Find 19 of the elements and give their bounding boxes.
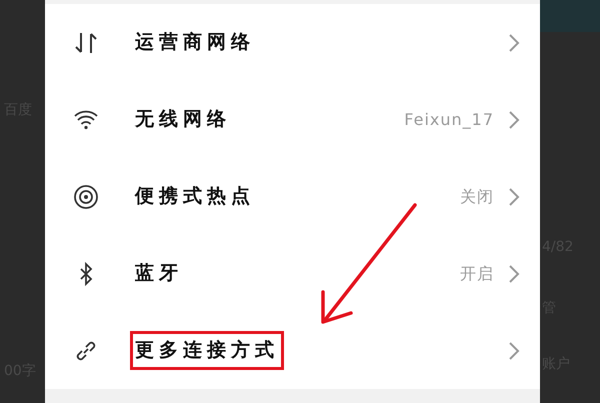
settings-row[interactable]: 无线网络 Feixun_17 (45, 81, 540, 158)
chevron-right-icon (508, 32, 520, 52)
setting-value: 关闭 (460, 186, 494, 208)
setting-label: 便携式热点 (134, 184, 256, 210)
setting-label: 更多连接方式 (133, 334, 281, 367)
chevron-right-icon (508, 340, 520, 360)
settings-row[interactable]: 更多连接方式 (45, 312, 540, 389)
setting-value: Feixun_17 (404, 108, 494, 131)
setting-label: 无线网络 (134, 107, 232, 132)
settings-row[interactable]: 蓝牙 开启 (45, 235, 540, 312)
hotspot-icon (73, 184, 99, 210)
setting-label: 蓝牙 (134, 261, 184, 286)
chevron-right-icon (508, 264, 520, 284)
chevron-right-icon (508, 186, 520, 206)
setting-value: 开启 (460, 262, 494, 284)
setting-label: 运营商网络 (134, 30, 256, 56)
settings-row[interactable]: 运营商网络 (45, 4, 540, 81)
chevron-right-icon (508, 110, 520, 130)
settings-row[interactable]: 便携式热点 关闭 (45, 158, 540, 235)
